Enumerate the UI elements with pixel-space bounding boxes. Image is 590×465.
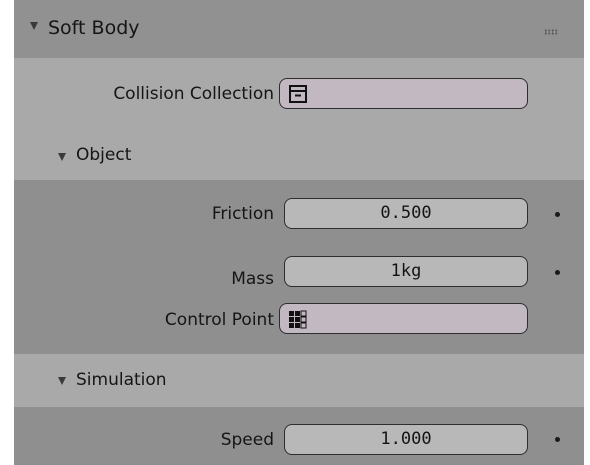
control-point-label: Control Point bbox=[164, 310, 274, 330]
control-point-field[interactable] bbox=[279, 303, 528, 334]
vertex-group-icon bbox=[289, 310, 307, 329]
speed-keyframe-dot[interactable] bbox=[555, 437, 560, 442]
simulation-section-title[interactable]: Simulation bbox=[76, 370, 167, 390]
friction-field[interactable]: 0.500 bbox=[284, 198, 528, 229]
object-collapse-triangle-icon[interactable] bbox=[58, 153, 66, 161]
soft-body-panel: Soft Body Collision Collection Object Fr… bbox=[14, 0, 584, 465]
drag-handle-icon[interactable] bbox=[544, 29, 558, 35]
mass-field[interactable]: 1kg bbox=[284, 256, 528, 287]
collision-collection-label: Collision Collection bbox=[113, 84, 274, 104]
friction-keyframe-dot[interactable] bbox=[555, 212, 560, 217]
panel-title: Soft Body bbox=[48, 17, 140, 39]
collection-icon bbox=[289, 85, 307, 103]
speed-field[interactable]: 1.000 bbox=[284, 424, 528, 455]
collapse-triangle-icon[interactable] bbox=[30, 22, 38, 30]
speed-label: Speed bbox=[220, 430, 274, 450]
friction-label: Friction bbox=[211, 204, 274, 224]
simulation-collapse-triangle-icon[interactable] bbox=[58, 377, 66, 385]
mass-label: Mass bbox=[231, 269, 274, 289]
mass-keyframe-dot[interactable] bbox=[555, 270, 560, 275]
collision-collection-field[interactable] bbox=[279, 78, 528, 109]
object-section-title[interactable]: Object bbox=[76, 145, 131, 165]
panel-header[interactable]: Soft Body bbox=[14, 0, 584, 58]
